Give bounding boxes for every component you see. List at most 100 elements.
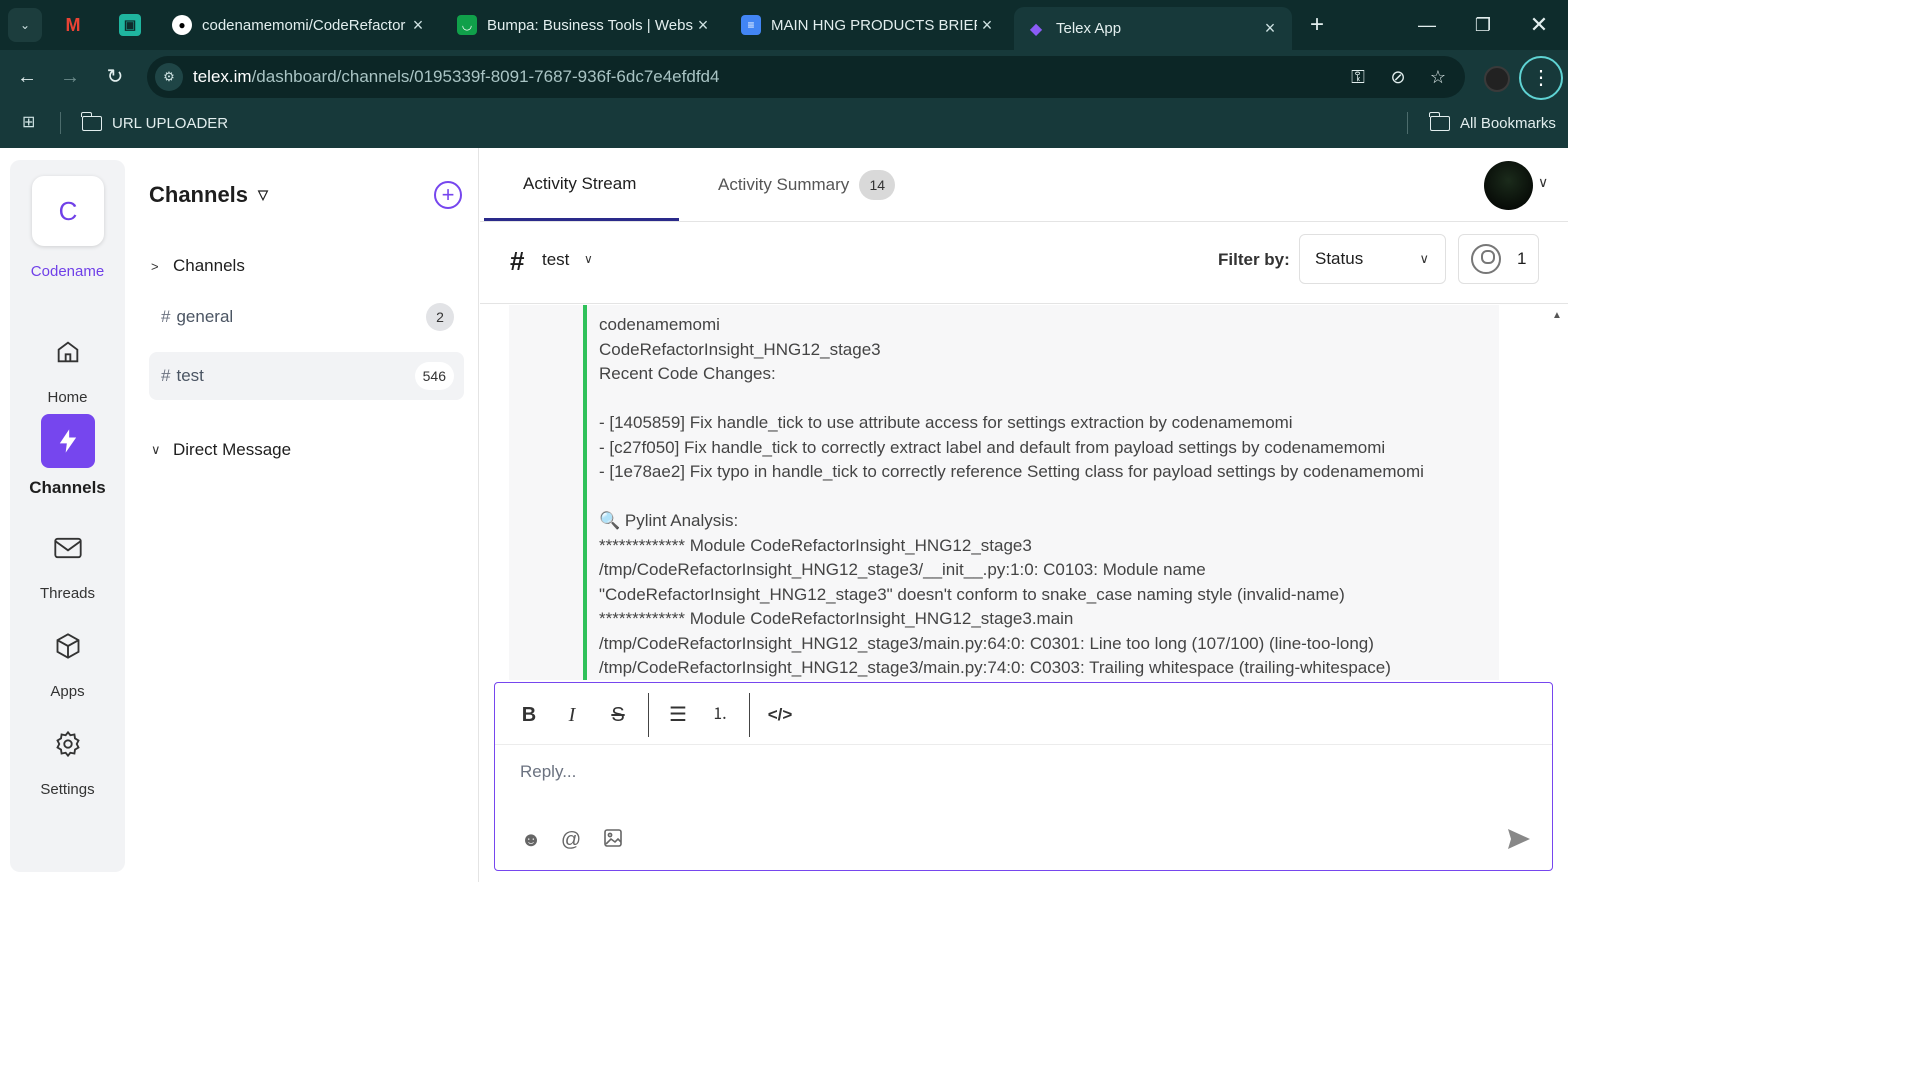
message-line: /tmp/CodeRefactorInsight_HNG12_stage3/ma…: [599, 658, 1391, 677]
bookmark-label: All Bookmarks: [1460, 114, 1556, 132]
toolbar-divider: [648, 693, 649, 737]
activity-feed[interactable]: codenamemomi CodeRefactorInsight_HNG12_s…: [480, 305, 1568, 680]
close-window-button[interactable]: ✕: [1524, 10, 1554, 40]
pinned-tab-app[interactable]: ▣: [119, 14, 141, 36]
tab-title: MAIN HNG PRODUCTS BRIEF: [771, 16, 977, 34]
formatting-toolbar: B I S ☰ ⒈ </>: [495, 683, 1552, 745]
strikethrough-icon[interactable]: S: [604, 701, 632, 729]
user-avatar[interactable]: [1484, 161, 1533, 210]
chevron-down-icon[interactable]: ∨: [584, 252, 593, 266]
add-channel-button[interactable]: +: [434, 181, 462, 209]
folder-icon: [81, 111, 102, 131]
section-direct-message[interactable]: ∨ Direct Message: [151, 440, 291, 460]
hash-icon: #: [510, 246, 525, 276]
current-channel-name[interactable]: test: [542, 250, 569, 270]
minimize-button[interactable]: —: [1412, 10, 1442, 40]
bookmark-url-uploader[interactable]: URL UPLOADER: [81, 111, 228, 134]
section-label: Direct Message: [173, 440, 292, 459]
tab-github[interactable]: ● codenamemomi/CodeRefactor ×: [160, 7, 440, 43]
workspace-avatar[interactable]: C: [32, 176, 104, 246]
back-button[interactable]: ←: [14, 64, 40, 90]
reply-input[interactable]: Reply...: [520, 762, 576, 782]
key-icon[interactable]: ⚿: [1345, 64, 1371, 90]
emoji-icon[interactable]: ☻: [519, 828, 543, 852]
forward-button[interactable]: →: [57, 64, 83, 90]
tab-telex[interactable]: ◆ Telex App ×: [1014, 7, 1292, 50]
tab-label: Activity Stream: [523, 174, 637, 193]
rail-item-label: Settings: [40, 781, 95, 798]
reply-composer: B I S ☰ ⒈ </> Reply... ☻ @: [494, 682, 1553, 871]
workspace-name[interactable]: Codename: [10, 263, 125, 280]
bookmark-divider: [1407, 112, 1408, 134]
section-channels[interactable]: > Channels: [151, 256, 245, 276]
rail-item-threads[interactable]: Threads: [10, 521, 125, 602]
message-line: ************* Module CodeRefactorInsight…: [599, 609, 1074, 628]
user-circle-icon: [1471, 244, 1501, 274]
message-line: ************* Module CodeRefactorInsight…: [599, 535, 1032, 555]
close-icon[interactable]: ×: [1260, 18, 1280, 39]
restore-button[interactable]: ❐: [1468, 10, 1498, 40]
home-icon: [41, 325, 95, 379]
tab-activity-summary[interactable]: Activity Summary 14: [718, 170, 896, 200]
apps-grid-icon[interactable]: ⊞: [22, 112, 42, 132]
gmail-pinned-tab[interactable]: M: [62, 14, 84, 36]
rail-item-settings[interactable]: Settings: [10, 717, 125, 798]
bold-icon[interactable]: B: [515, 701, 543, 729]
message-line: - [c27f050] Fix handle_tick to correctly…: [599, 437, 1386, 457]
workspace-initial: C: [58, 195, 78, 226]
tab-activity-stream[interactable]: Activity Stream: [523, 174, 636, 194]
main-area: Activity Stream Activity Summary 14 ∨ # …: [480, 148, 1568, 882]
chevron-down-icon[interactable]: ∨: [1538, 174, 1548, 191]
channel-name: general: [176, 307, 234, 326]
url-text[interactable]: telex.im/dashboard/channels/0195339f-809…: [193, 67, 719, 87]
new-tab-button[interactable]: +: [1304, 12, 1330, 38]
bullet-list-icon[interactable]: ☰: [664, 701, 692, 729]
gear-icon: [41, 717, 95, 771]
close-icon[interactable]: ×: [408, 15, 428, 36]
all-bookmarks[interactable]: All Bookmarks: [1429, 111, 1556, 134]
cube-icon: [41, 619, 95, 673]
members-button[interactable]: 1: [1458, 234, 1539, 284]
send-icon[interactable]: [1505, 828, 1533, 854]
site-info-icon[interactable]: ⚙: [155, 63, 183, 91]
message-line: /tmp/CodeRefactorInsight_HNG12_stage3/ma…: [599, 633, 1374, 653]
channel-item-test[interactable]: # test 546: [149, 352, 464, 400]
tab-label: Activity Summary: [718, 175, 850, 194]
status-filter-select[interactable]: Status ∨: [1299, 234, 1446, 284]
italic-icon[interactable]: I: [558, 701, 586, 729]
rail-item-apps[interactable]: Apps: [10, 619, 125, 700]
browser-menu-button[interactable]: ⋮: [1519, 56, 1563, 100]
browser-profile-avatar[interactable]: [1484, 66, 1510, 92]
telex-icon: ◆: [1029, 20, 1043, 38]
eye-off-icon[interactable]: ⊘: [1385, 64, 1411, 90]
rail-item-home[interactable]: Home: [10, 325, 125, 406]
workspace-rail: C Codename Home Channels Threads Apps Se…: [10, 160, 125, 872]
chevron-down-icon: ▽: [258, 187, 269, 202]
tab-search-button[interactable]: ⌄: [8, 8, 42, 42]
reload-button[interactable]: ↻: [102, 64, 128, 90]
image-icon[interactable]: [601, 828, 625, 852]
chevron-right-icon: >: [151, 258, 159, 274]
tab-bumpa[interactable]: ◡ Bumpa: Business Tools | Websi ×: [445, 7, 725, 43]
mention-icon[interactable]: @: [559, 828, 583, 852]
tab-title: Telex App: [1056, 20, 1122, 37]
channel-item-general[interactable]: # general 2: [149, 293, 464, 341]
count-badge: 14: [859, 170, 896, 200]
numbered-list-icon[interactable]: ⒈: [706, 701, 734, 729]
tab-docs[interactable]: ≡ MAIN HNG PRODUCTS BRIEF ×: [729, 7, 1009, 43]
channels-panel-title[interactable]: Channels ▽: [149, 182, 268, 208]
close-icon[interactable]: ×: [977, 15, 997, 36]
omnibox[interactable]: ⚙ telex.im/dashboard/channels/0195339f-8…: [147, 56, 1465, 98]
bookmark-divider: [60, 112, 61, 134]
bookmarks-bar: [0, 104, 1568, 148]
scrollbar[interactable]: [1520, 305, 1568, 680]
scroll-up-arrow-icon[interactable]: ▲: [1552, 310, 1562, 321]
rail-item-channels[interactable]: Channels: [10, 414, 125, 498]
filter-value: Status: [1315, 249, 1364, 268]
unread-badge: 546: [414, 362, 454, 390]
hash-icon: #: [161, 307, 171, 326]
star-icon[interactable]: ☆: [1425, 64, 1451, 90]
code-icon[interactable]: </>: [766, 701, 794, 729]
close-icon[interactable]: ×: [693, 15, 713, 36]
hash-icon: #: [161, 366, 171, 385]
